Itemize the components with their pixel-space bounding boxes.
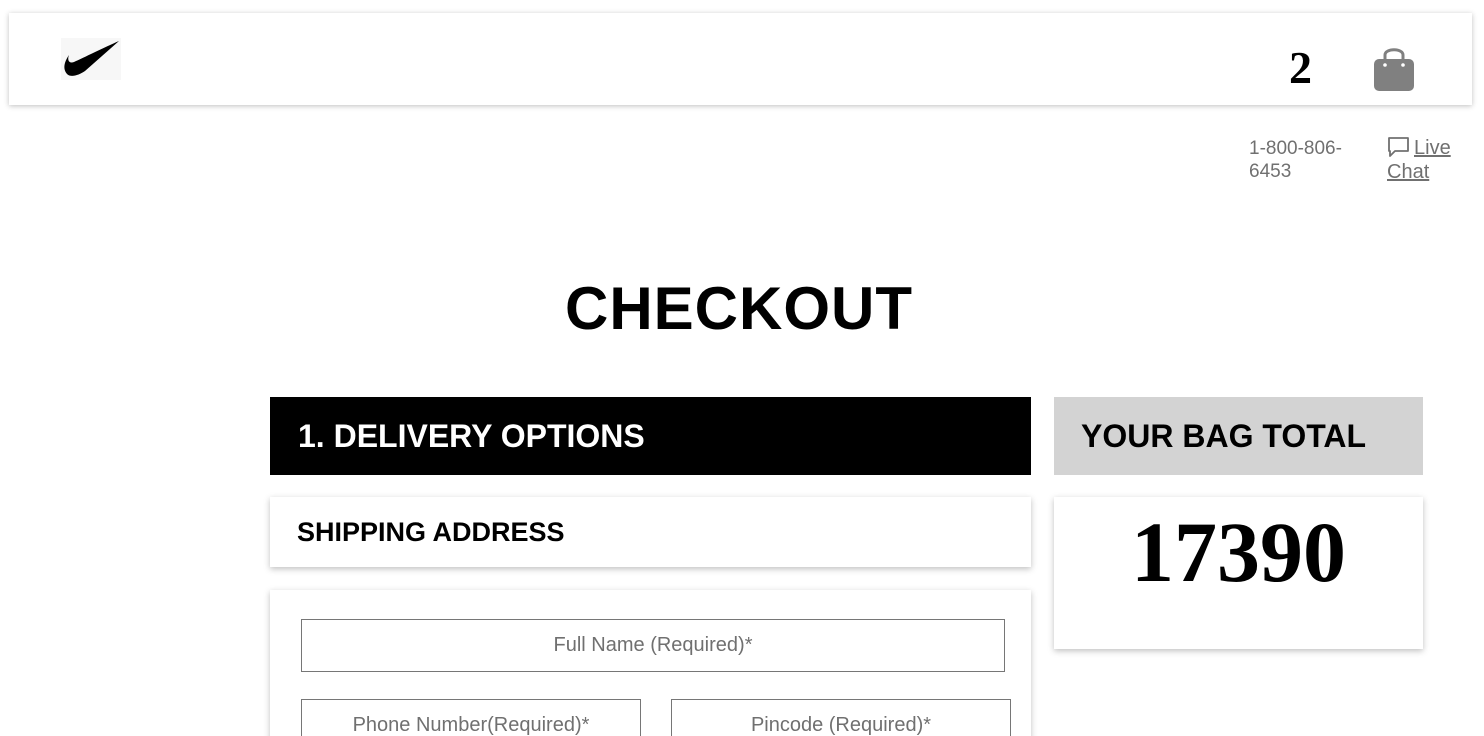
phone-number: 1-800-806-6453 (1249, 138, 1342, 182)
delivery-options-header: 1. DELIVERY OPTIONS (270, 397, 1031, 475)
page-title: CHECKOUT (565, 275, 913, 342)
live-chat-label[interactable]: Live Chat (1387, 136, 1462, 184)
swoosh-logo-icon[interactable] (61, 38, 121, 80)
shipping-address-panel: SHIPPING ADDRESS (270, 497, 1031, 567)
bag-total-amount: 17390 (1131, 504, 1346, 600)
bag-total-title: YOUR BAG TOTAL (1081, 418, 1367, 454)
phone-number-field[interactable] (301, 699, 641, 736)
shipping-form (270, 590, 1031, 736)
checkout-page: 2 1-800-806-6453 Live Chat CHECKOUT 1. D… (0, 0, 1484, 736)
cart-count: 2 (1289, 42, 1312, 93)
bag-total-panel: 17390 (1054, 497, 1423, 649)
pincode-field[interactable] (671, 699, 1011, 736)
delivery-options-title: 1. DELIVERY OPTIONS (298, 418, 645, 454)
live-chat-link[interactable]: Live Chat (1387, 136, 1467, 186)
bag-total-header: YOUR BAG TOTAL (1054, 397, 1423, 475)
shipping-address-title: SHIPPING ADDRESS (297, 517, 565, 547)
full-name-field[interactable] (301, 619, 1005, 672)
site-header: 2 (9, 13, 1472, 105)
shopping-bag-icon[interactable] (1371, 43, 1417, 93)
